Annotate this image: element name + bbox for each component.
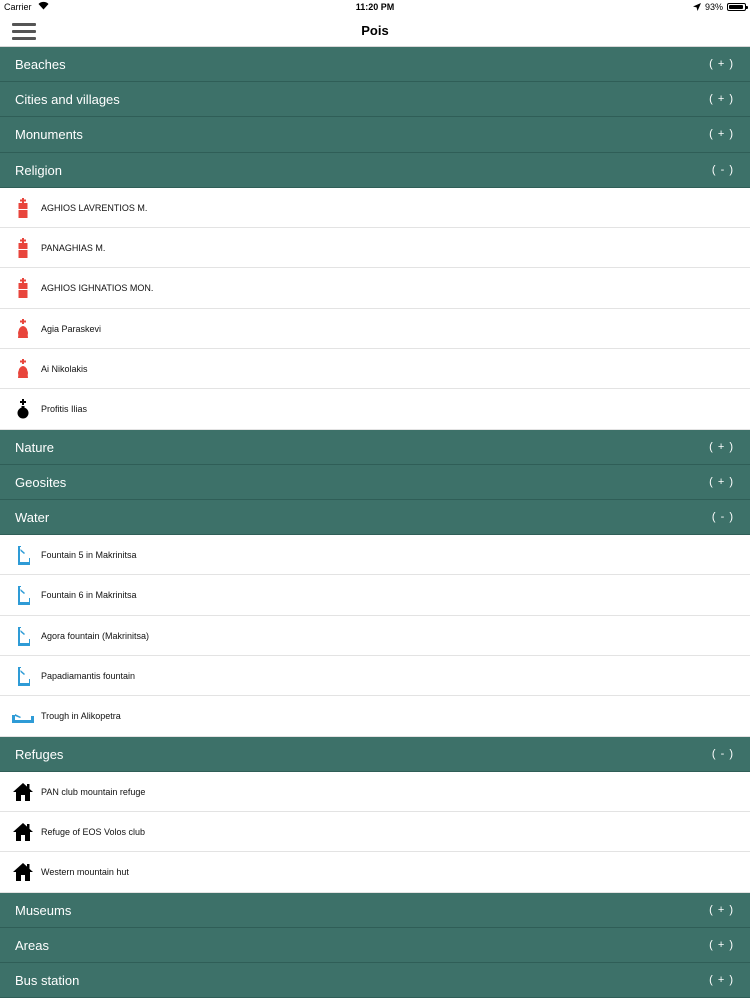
category-header-beaches[interactable]: Beaches ( + ) xyxy=(0,47,750,83)
category-label: Refuges xyxy=(15,746,64,762)
list-item-label: Refuge of EOS Volos club xyxy=(41,827,146,838)
list-item-label: AGHIOS LAVRENTIOS M. xyxy=(41,202,148,213)
list-item[interactable]: Western mountain hut xyxy=(0,852,750,893)
list-item[interactable]: Refuge of EOS Volos club xyxy=(0,812,750,853)
battery-percent: 93% xyxy=(704,2,723,12)
category-label: Beaches xyxy=(15,57,66,72)
house-icon xyxy=(12,861,34,883)
category-header-monuments[interactable]: Monuments ( + ) xyxy=(0,117,750,153)
category-toggle[interactable]: ( + ) xyxy=(709,441,734,453)
category-toggle[interactable]: ( + ) xyxy=(709,476,734,488)
category-toggle[interactable]: ( - ) xyxy=(712,511,734,523)
category-label: Religion xyxy=(15,162,62,178)
red-church-icon xyxy=(12,358,34,380)
category-label: Monuments xyxy=(15,127,83,143)
list-item-label: Papadiamantis fountain xyxy=(41,670,136,681)
list-item[interactable]: AGHIOS LAVRENTIOS M. xyxy=(0,187,750,229)
list-item-label: Fountain 5 in Makrinitsa xyxy=(41,550,137,561)
category-toggle[interactable]: ( + ) xyxy=(709,128,734,140)
category-header-religion[interactable]: Religion ( - ) xyxy=(0,152,750,188)
red-church-icon xyxy=(12,318,34,340)
fountain-icon xyxy=(12,625,34,647)
list-item-label: PAN club mountain refuge xyxy=(41,786,146,797)
category-toggle[interactable]: ( + ) xyxy=(709,93,734,105)
list-item-label: Ai Nikolakis xyxy=(41,363,88,374)
category-header-cities-and-villages[interactable]: Cities and villages ( + ) xyxy=(0,82,750,118)
category-label: Bus station xyxy=(15,973,80,989)
navigation-bar: Pois xyxy=(0,14,750,47)
list-item[interactable]: Fountain 6 in Makrinitsa xyxy=(0,575,750,616)
black-church-icon xyxy=(12,398,34,420)
status-bar: Carrier 11:20 PM 93% xyxy=(0,0,750,14)
fountain-icon xyxy=(12,584,34,606)
category-toggle[interactable]: ( + ) xyxy=(709,904,734,916)
list-item[interactable]: Profitis Ilias xyxy=(0,389,750,430)
list-item[interactable]: Papadiamantis fountain xyxy=(0,655,750,697)
trough-icon xyxy=(12,705,34,727)
list-item[interactable]: Agora fountain (Makrinitsa) xyxy=(0,615,750,656)
list-item-label: Agora fountain (Makrinitsa) xyxy=(41,630,150,641)
list-item-label: Western mountain hut xyxy=(41,867,129,878)
category-toggle[interactable]: ( + ) xyxy=(709,939,734,951)
fountain-icon xyxy=(12,665,34,687)
list-item[interactable]: Fountain 5 in Makrinitsa xyxy=(0,535,750,576)
category-header-water[interactable]: Water ( - ) xyxy=(0,499,750,536)
category-toggle[interactable]: ( + ) xyxy=(709,974,734,986)
category-toggle[interactable]: ( + ) xyxy=(709,58,734,70)
list-item-label: PANAGHIAS M. xyxy=(41,243,106,254)
list-item-label: Agia Paraskevi xyxy=(41,323,102,334)
category-header-geosites[interactable]: Geosites ( + ) xyxy=(0,464,750,500)
house-icon xyxy=(12,821,34,843)
list-item-label: AGHIOS IGHNATIOS MON. xyxy=(41,283,154,294)
list-item[interactable]: PAN club mountain refuge xyxy=(0,771,750,813)
location-arrow-icon xyxy=(692,3,701,11)
category-header-refuges[interactable]: Refuges ( - ) xyxy=(0,736,750,772)
house-icon xyxy=(12,781,34,803)
category-label: Areas xyxy=(15,937,49,953)
category-label: Nature xyxy=(15,439,55,455)
category-toggle[interactable]: ( - ) xyxy=(712,164,734,176)
list-item[interactable]: AGHIOS IGHNATIOS MON. xyxy=(0,268,750,309)
list-item[interactable]: Ai Nikolakis xyxy=(0,348,750,390)
page-title: Pois xyxy=(361,23,389,38)
category-toggle[interactable]: ( - ) xyxy=(712,748,734,760)
red-monastery-icon xyxy=(12,277,34,299)
red-monastery-icon xyxy=(12,237,34,259)
category-header-nature[interactable]: Nature ( + ) xyxy=(0,429,750,465)
red-monastery-icon xyxy=(12,197,34,219)
list-item-label: Fountain 6 in Makrinitsa xyxy=(41,590,137,601)
category-header-museums[interactable]: Museums ( + ) xyxy=(0,892,750,928)
list-item-label: Trough in Alikopetra xyxy=(41,711,121,722)
list-item[interactable]: PANAGHIAS M. xyxy=(0,228,750,269)
list-item[interactable]: Trough in Alikopetra xyxy=(0,696,750,737)
category-label: Museums xyxy=(15,902,72,918)
battery-icon xyxy=(727,3,748,11)
list-item[interactable]: Agia Paraskevi xyxy=(0,308,750,349)
category-header-areas[interactable]: Areas ( + ) xyxy=(0,927,750,964)
clock: 11:20 PM xyxy=(355,2,395,12)
category-label: Cities and villages xyxy=(15,92,120,108)
fountain-icon xyxy=(12,544,34,566)
list-item-label: Profitis Ilias xyxy=(41,404,88,415)
poi-category-list: Beaches( + ) Cities and villages( + ) Monu… xyxy=(0,47,750,999)
category-label: Water xyxy=(15,509,50,525)
category-label: Geosites xyxy=(15,474,67,490)
category-header-bus-station[interactable]: Bus station ( + ) xyxy=(0,963,750,999)
